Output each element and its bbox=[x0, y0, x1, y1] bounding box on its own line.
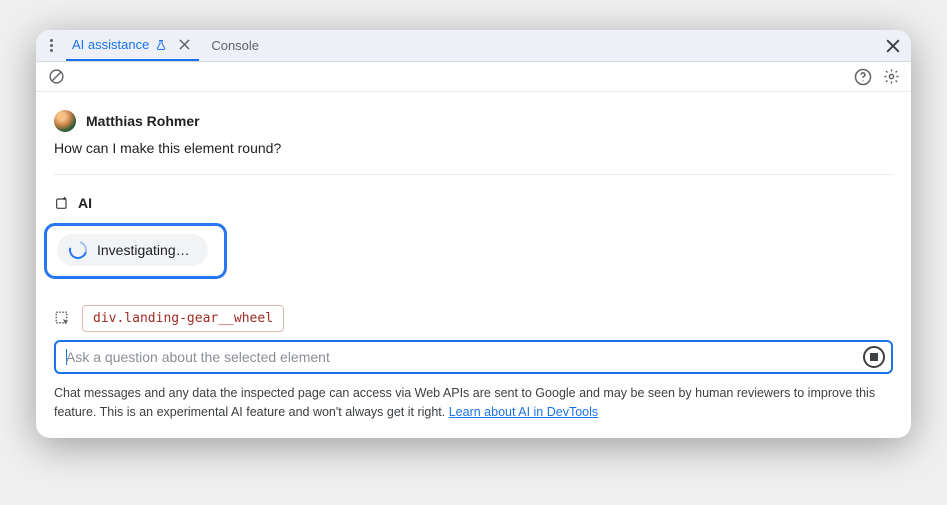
tab-console[interactable]: Console bbox=[205, 30, 265, 61]
user-message: Matthias Rohmer How can I make this elem… bbox=[54, 104, 893, 175]
tab-label: Console bbox=[211, 38, 259, 53]
chat-input[interactable] bbox=[66, 349, 863, 365]
status-highlight: Investigating… bbox=[44, 223, 227, 279]
ai-label: AI bbox=[78, 195, 92, 211]
author-name: Matthias Rohmer bbox=[86, 113, 200, 129]
conversation: Matthias Rohmer How can I make this elem… bbox=[36, 92, 911, 301]
more-tabs-button[interactable] bbox=[42, 34, 60, 58]
spinner-icon bbox=[66, 238, 91, 263]
stop-button[interactable] bbox=[863, 346, 885, 368]
disclaimer: Chat messages and any data the inspected… bbox=[36, 374, 911, 438]
context-row: div.landing-gear__wheel bbox=[36, 301, 911, 340]
tab-bar: AI assistance Console bbox=[36, 30, 911, 62]
avatar bbox=[54, 110, 76, 132]
ai-sparkle-icon bbox=[54, 195, 70, 211]
stop-icon bbox=[870, 353, 878, 361]
chat-input-box[interactable] bbox=[54, 340, 893, 374]
close-drawer-button[interactable] bbox=[881, 34, 905, 58]
select-element-icon[interactable] bbox=[54, 310, 72, 328]
input-row bbox=[36, 340, 911, 374]
element-chip[interactable]: div.landing-gear__wheel bbox=[82, 305, 284, 332]
help-button[interactable] bbox=[853, 67, 873, 87]
toolbar bbox=[36, 62, 911, 92]
user-message-text: How can I make this element round? bbox=[54, 140, 893, 156]
block-icon[interactable] bbox=[46, 67, 66, 87]
status-chip: Investigating… bbox=[57, 234, 208, 266]
element-label: div.landing-gear__wheel bbox=[93, 311, 273, 326]
close-tab-button[interactable] bbox=[175, 36, 193, 54]
learn-more-link[interactable]: Learn about AI in DevTools bbox=[449, 405, 598, 419]
devtools-panel: AI assistance Console bbox=[36, 30, 911, 438]
gear-icon[interactable] bbox=[881, 67, 901, 87]
flask-icon bbox=[155, 38, 167, 52]
status-text: Investigating… bbox=[97, 242, 190, 258]
tab-label: AI assistance bbox=[72, 37, 149, 52]
tab-ai-assistance[interactable]: AI assistance bbox=[66, 30, 199, 61]
ai-response-block: AI Investigating… bbox=[54, 175, 893, 301]
